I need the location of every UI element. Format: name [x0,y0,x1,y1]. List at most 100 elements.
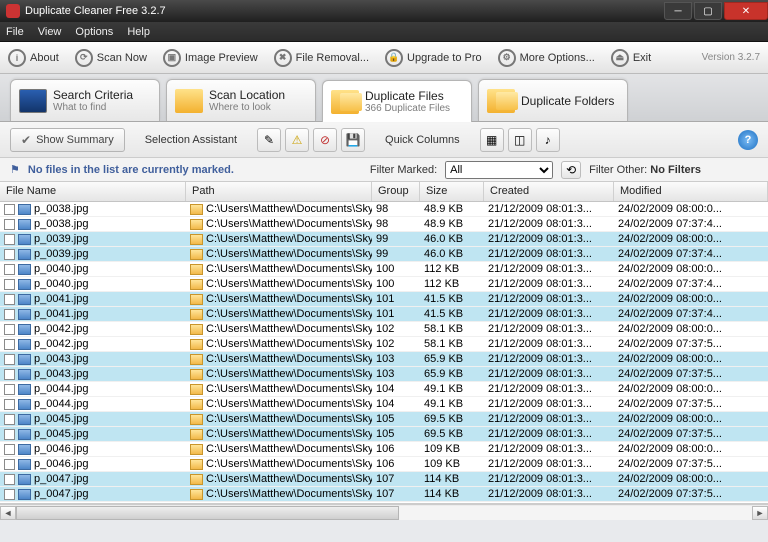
toolbar-about[interactable]: iAbout [8,49,59,67]
selection-assistant-label: Selection Assistant [145,134,237,146]
row-checkbox[interactable] [4,369,15,380]
folder-icon [190,384,203,395]
scroll-track[interactable] [16,506,752,520]
menu-view[interactable]: View [38,26,62,38]
toolbar-image-preview[interactable]: ▣Image Preview [163,49,258,67]
filter-marked-label: Filter Marked: [370,164,437,176]
row-checkbox[interactable] [4,324,15,335]
table-row[interactable]: p_0039.jpgC:\Users\Matthew\Documents\Sky… [0,232,768,247]
horizontal-scrollbar[interactable]: ◄ ► [0,504,768,520]
image-file-icon [18,489,31,500]
table-row[interactable]: p_0043.jpgC:\Users\Matthew\Documents\Sky… [0,352,768,367]
table-row[interactable]: p_0041.jpgC:\Users\Matthew\Documents\Sky… [0,307,768,322]
grid-icon[interactable]: ▦ [480,128,504,152]
folder-icon [190,249,203,260]
help-button[interactable]: ? [738,130,758,150]
column-size[interactable]: Size [420,182,484,201]
show-summary-button[interactable]: ✔Show Summary [10,128,125,152]
music-icon[interactable]: ♪ [536,128,560,152]
tab-scan-location[interactable]: Scan LocationWhere to look [166,79,316,121]
row-checkbox[interactable] [4,204,15,215]
titlebar: Duplicate Cleaner Free 3.2.7 ─ ▢ ✕ [0,0,768,22]
row-checkbox[interactable] [4,219,15,230]
table-row[interactable]: p_0041.jpgC:\Users\Matthew\Documents\Sky… [0,292,768,307]
image-file-icon [18,264,31,275]
table-row[interactable]: p_0038.jpgC:\Users\Matthew\Documents\Sky… [0,217,768,232]
row-checkbox[interactable] [4,294,15,305]
row-checkbox[interactable] [4,354,15,365]
table-row[interactable]: p_0045.jpgC:\Users\Matthew\Documents\Sky… [0,427,768,442]
row-checkbox[interactable] [4,339,15,350]
table-row[interactable]: p_0044.jpgC:\Users\Matthew\Documents\Sky… [0,382,768,397]
row-checkbox[interactable] [4,459,15,470]
row-checkbox[interactable] [4,429,15,440]
table-row[interactable]: p_0042.jpgC:\Users\Matthew\Documents\Sky… [0,322,768,337]
folder-icon [190,369,203,380]
image-file-icon [18,204,31,215]
row-checkbox[interactable] [4,414,15,425]
app-icon [6,4,20,18]
table-row[interactable]: p_0044.jpgC:\Users\Matthew\Documents\Sky… [0,397,768,412]
scroll-right-icon[interactable]: ► [752,506,768,520]
column-created[interactable]: Created [484,182,614,201]
toolbar-exit[interactable]: ⏏Exit [611,49,651,67]
folder-icon [190,399,203,410]
table-row[interactable]: p_0045.jpgC:\Users\Matthew\Documents\Sky… [0,412,768,427]
row-checkbox[interactable] [4,399,15,410]
scroll-left-icon[interactable]: ◄ [0,506,16,520]
marked-message: No files in the list are currently marke… [28,164,234,176]
menu-file[interactable]: File [6,26,24,38]
table-body[interactable]: p_0038.jpgC:\Users\Matthew\Documents\Sky… [0,202,768,504]
image-file-icon [18,294,31,305]
row-checkbox[interactable] [4,234,15,245]
maximize-button[interactable]: ▢ [694,2,722,20]
close-button[interactable]: ✕ [724,2,768,20]
minimize-button[interactable]: ─ [664,2,692,20]
warning-icon[interactable]: ⚠ [285,128,309,152]
table-row[interactable]: p_0038.jpgC:\Users\Matthew\Documents\Sky… [0,202,768,217]
row-checkbox[interactable] [4,489,15,500]
table-row[interactable]: p_0046.jpgC:\Users\Matthew\Documents\Sky… [0,457,768,472]
table-row[interactable]: p_0040.jpgC:\Users\Matthew\Documents\Sky… [0,277,768,292]
toolbar-file-removal[interactable]: ✖File Removal... [274,49,369,67]
scroll-thumb[interactable] [16,506,399,520]
row-checkbox[interactable] [4,264,15,275]
column-group[interactable]: Group [372,182,420,201]
tab-search-criteria[interactable]: Search CriteriaWhat to find [10,79,160,121]
toolbar-scan-now[interactable]: ⟳Scan Now [75,49,147,67]
column-modified[interactable]: Modified [614,182,768,201]
column-file-name[interactable]: File Name [0,182,186,201]
folder-icon [190,234,203,245]
row-checkbox[interactable] [4,279,15,290]
folder-icon [190,279,203,290]
row-checkbox[interactable] [4,444,15,455]
table-row[interactable]: p_0046.jpgC:\Users\Matthew\Documents\Sky… [0,442,768,457]
row-checkbox[interactable] [4,384,15,395]
row-checkbox[interactable] [4,309,15,320]
table-row[interactable]: p_0039.jpgC:\Users\Matthew\Documents\Sky… [0,247,768,262]
toolbar-icon: ▣ [163,49,181,67]
menu-options[interactable]: Options [75,26,113,38]
row-checkbox[interactable] [4,249,15,260]
tab-duplicate-folders[interactable]: Duplicate Folders [478,79,628,121]
filter-marked-select[interactable]: All [445,161,553,179]
toolbar-icon: 🔒 [385,49,403,67]
table-row[interactable]: p_0042.jpgC:\Users\Matthew\Documents\Sky… [0,337,768,352]
window-icon[interactable]: ◫ [508,128,532,152]
refresh-icon[interactable]: ⟲ [561,161,581,179]
table-row[interactable]: p_0040.jpgC:\Users\Matthew\Documents\Sky… [0,262,768,277]
folder-icon [190,429,203,440]
toolbar-icon: ⟳ [75,49,93,67]
menu-help[interactable]: Help [127,26,150,38]
save-icon[interactable]: 💾 [341,128,365,152]
toolbar-more-options[interactable]: ⚙More Options... [498,49,595,67]
row-checkbox[interactable] [4,474,15,485]
delete-icon[interactable]: ⊘ [313,128,337,152]
tab-duplicate-files[interactable]: Duplicate Files366 Duplicate Files [322,80,472,122]
table-row[interactable]: p_0047.jpgC:\Users\Matthew\Documents\Sky… [0,487,768,502]
column-path[interactable]: Path [186,182,372,201]
table-row[interactable]: p_0047.jpgC:\Users\Matthew\Documents\Sky… [0,472,768,487]
table-row[interactable]: p_0043.jpgC:\Users\Matthew\Documents\Sky… [0,367,768,382]
wand-icon[interactable]: ✎ [257,128,281,152]
toolbar-upgrade-to-pro[interactable]: 🔒Upgrade to Pro [385,49,482,67]
